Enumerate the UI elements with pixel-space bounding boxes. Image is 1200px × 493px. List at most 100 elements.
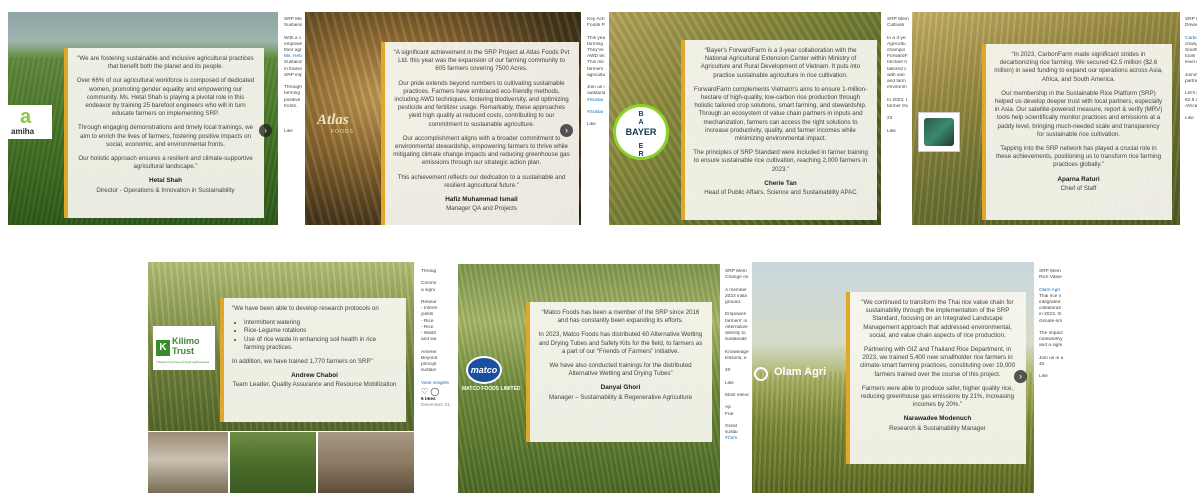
quote-paragraph: Over 66% of our agricultural workforce i… [76, 77, 255, 118]
quote-paragraph: “We have been able to develop research p… [232, 305, 379, 312]
atlas-logo: Atlas FOODS [317, 112, 365, 135]
carbonfarm-logo [918, 112, 960, 152]
hashtag-link[interactable]: #Sustai [587, 98, 605, 104]
post-text-line: farmers' in [725, 318, 748, 324]
tile-olam: Olam Agri “We continued to transform the… [752, 262, 1034, 493]
bayer-logo-text: BAYER [625, 127, 657, 137]
post-text-panel-kilimo: Throug Commi a signi Resear - Interm yie… [418, 266, 456, 493]
author-name: Hafiz Muhammad Ismail [445, 196, 518, 204]
sort-comments-label[interactable]: Most releva [725, 393, 749, 399]
quote-paragraph: “Bayer's ForwardFarm is a 3-year collabo… [700, 47, 861, 79]
quote-paragraph: In addition, we have trained 1,770 farme… [232, 358, 373, 366]
quote-paragraph: “We are fostering sustainable and inclus… [77, 55, 254, 71]
like-label[interactable]: Like [1039, 374, 1069, 380]
kilimo-logo-mark: K [156, 340, 170, 356]
quote-paragraph: “A significant achievement in the SRP Pr… [393, 49, 570, 73]
author-role: Head of Public Affairs, Science and Sust… [704, 189, 857, 197]
next-arrow-button[interactable]: › [1014, 370, 1027, 383]
author-role: Director - Operations & Innovation in Su… [96, 186, 235, 194]
post-text-line: lessons, e [725, 355, 747, 361]
post-text-line: tailored c [887, 66, 907, 72]
tile-atlas: Atlas FOODS “A significant achievement i… [305, 12, 581, 225]
post-text-line: Foods P [587, 23, 605, 29]
author-role: Team Leader, Quality Assurance and Resou… [232, 381, 397, 389]
hashtag-link[interactable]: #Sustai [587, 110, 605, 116]
tile-carbonfarm: “In 2023, CarbonFarm made significant st… [912, 12, 1180, 225]
post-text-line: Sustaina [284, 60, 302, 66]
tile-kilimo: K Kilimo Trust Transforming lives throug… [148, 262, 414, 431]
next-arrow-button[interactable]: › [560, 124, 573, 137]
heart-icon[interactable]: ♡ [421, 387, 428, 396]
quote-paragraph: Tapping into the SRP network has played … [995, 145, 1162, 169]
atlas-logo-sub: FOODS [331, 129, 354, 135]
photo-farmers[interactable] [148, 432, 228, 493]
post-text-line: partne [1185, 79, 1197, 85]
post-text-panel-olam: SRP Mem Rice Value Olam Agri Thai rice v… [1036, 266, 1072, 493]
quote-paragraph: “Matco Foods has been a member of the SR… [541, 309, 700, 325]
post-text-line: agricultu [587, 72, 605, 78]
tile-bayer: BAER BAYER “Bayer's ForwardFarm is a 3-y… [609, 12, 881, 225]
post-text-line: outstand [587, 91, 605, 97]
list-item: Use of rice waste in enhancing soil heal… [244, 336, 397, 352]
author-role: Manager – Sustainability & Regenerative … [548, 393, 693, 401]
post-date: December 21, 20 [421, 403, 453, 409]
author-name: Danyal Ghori [600, 384, 641, 392]
quote-paragraph: ForwardFarm complements Vietnam's aims t… [693, 85, 868, 143]
quote-paragraph: Our accomplishment aligns with a broader… [393, 134, 570, 167]
matco-logo-sub: MATCO FOODS LIMITED [462, 386, 521, 392]
author-name: Andrew Chaboi [291, 372, 338, 380]
post-text-panel-bayer: SRP Mem Cultivati In a 3-ye Agricultu ch… [884, 14, 912, 225]
olam-logo-mark [754, 367, 768, 381]
post-text-line: farmers [587, 66, 604, 72]
matco-logo: matco MATCO FOODS LIMITED [462, 356, 522, 392]
author-role: Manager QA and Projects [446, 205, 517, 213]
matco-logo-mark: matco [466, 356, 502, 384]
comment-icon[interactable]: ◯ [430, 387, 439, 396]
author-role: Chief of Staff [1060, 184, 1097, 192]
like-label[interactable]: Like [1185, 116, 1197, 122]
quote-paragraph: The principles of SRP Standard were incl… [693, 149, 868, 173]
author-name: Aparna Raturi [1057, 175, 1100, 183]
post-text-panel-atlas: Key Ach Foods P This yea farming They've… [584, 14, 608, 225]
post-text-line: Africa [1185, 103, 1197, 109]
carbonfarm-logo-mark [924, 118, 954, 146]
post-text-panel-amiha: SRP Mem Sustaina With a c empowe their a… [281, 14, 305, 225]
quote-card: “Matco Foods has been a member of the SR… [526, 302, 712, 442]
post-text-line: In a 3-ye [887, 35, 906, 41]
post-text-line: farming [284, 91, 300, 97]
hashtag-link[interactable]: #Clim [725, 436, 749, 442]
like-label[interactable]: Like [887, 129, 909, 135]
post-text-line: in trainin [284, 66, 302, 72]
quote-card: “Bayer's ForwardFarm is a 3-year collabo… [681, 40, 877, 220]
quote-paragraph: We have also conducted trainings for the… [549, 362, 692, 378]
quote-paragraph: Partnering with GIZ and Thailand Rice De… [859, 346, 1016, 378]
quote-paragraph: Through engaging demonstrations and time… [77, 124, 254, 148]
kilimo-logo: K Kilimo Trust Transforming lives throug… [153, 326, 215, 370]
like-label[interactable]: Like [587, 122, 605, 128]
post-text-line: With a c [284, 35, 302, 41]
like-label[interactable]: Like [284, 129, 302, 135]
quote-paragraph: “In 2023, CarbonFarm made significant st… [994, 51, 1163, 83]
post-text-line: positive [284, 97, 301, 103]
next-arrow-button[interactable]: › [259, 124, 272, 137]
amiha-logo: a amiha [8, 105, 52, 139]
post-text-line: Sustaina [284, 23, 302, 29]
kilimo-logo-sub: Transforming lives through agribusiness [156, 360, 210, 364]
photo-rice-nursery[interactable] [230, 432, 316, 493]
quote-paragraph: Our pride extends beyond numbers to cult… [394, 79, 569, 128]
atlas-logo-text: Atlas [317, 112, 349, 128]
post-text-panel-matco: SRP Mem Change on A member 2023 initia g… [722, 266, 752, 493]
research-protocol-list: Intermittent watering Rice-Legume rotati… [232, 319, 397, 352]
quote-paragraph: Our membership in the Sustainable Rice P… [994, 89, 1163, 138]
post-text-line: hectare h [887, 60, 908, 66]
post-text-line: In 2023, t [887, 97, 908, 103]
post-text-line: Knowledge [725, 349, 749, 355]
post-text-line: Let's g [1185, 91, 1197, 97]
post-text-line: €2.5 m [1185, 97, 1197, 103]
photo-soil-sample[interactable] [318, 432, 414, 493]
quote-card: “A significant achievement in the SRP Pr… [381, 42, 579, 225]
tile-matco: matco MATCO FOODS LIMITED “Matco Foods h… [458, 264, 720, 493]
post-text-line: level i [1185, 60, 1197, 66]
post-text-line: Empoweri [725, 312, 747, 318]
quote-card: “We have been able to develop research p… [220, 298, 406, 422]
